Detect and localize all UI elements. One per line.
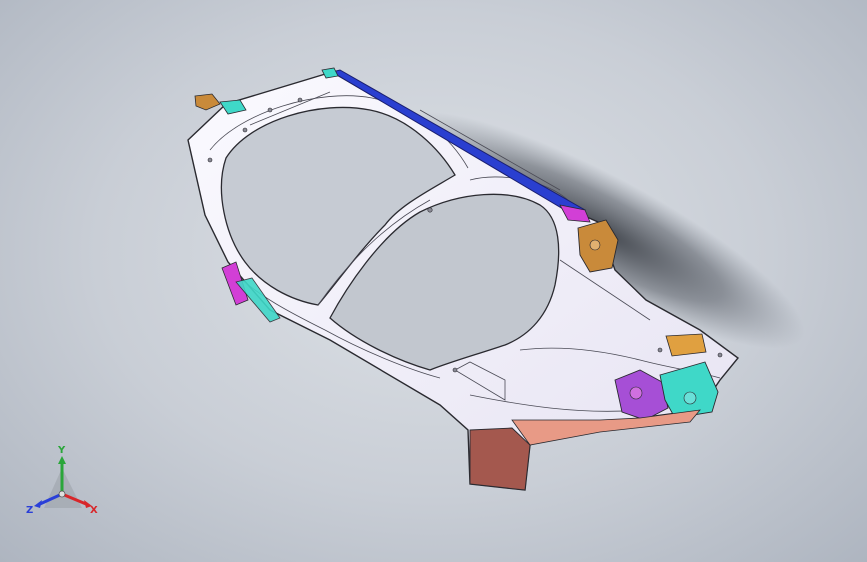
cad-model-view[interactable] (0, 0, 867, 562)
axis-label-y: Y (58, 445, 66, 456)
part-orange-latch[interactable] (665, 333, 707, 357)
reference-triad[interactable]: Y X Z (24, 446, 110, 526)
part-orange-tab[interactable] (194, 93, 221, 111)
axis-label-z: Z (26, 505, 34, 516)
part-brown-pillar[interactable] (469, 427, 531, 491)
axis-label-x: X (90, 505, 98, 516)
graphics-viewport[interactable]: Y X Z (0, 0, 867, 562)
